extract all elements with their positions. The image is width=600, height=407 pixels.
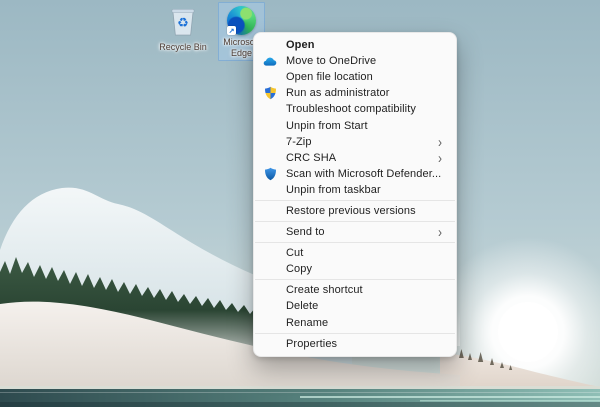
menu-item-icon-spacer: [263, 183, 277, 197]
menu-item-icon-spacer: [263, 151, 277, 165]
menu-item-icon-spacer: [263, 225, 277, 239]
menu-item-label: Rename: [286, 317, 328, 329]
menu-item-label: Delete: [286, 300, 318, 312]
shore-line: [0, 386, 600, 389]
menu-item-label: Cut: [286, 247, 303, 259]
menu-item-label: Unpin from taskbar: [286, 184, 381, 196]
menu-item-label: Send to: [286, 226, 325, 238]
menu-item-label: Copy: [286, 263, 312, 275]
menu-item-troubleshoot-compatibility[interactable]: Troubleshoot compatibility: [254, 101, 456, 117]
shortcut-arrow-icon: ↗: [227, 26, 236, 35]
menu-item-label: Restore previous versions: [286, 205, 416, 217]
menu-item-move-to-onedrive[interactable]: Move to OneDrive: [254, 53, 456, 69]
menu-item-icon-spacer: [263, 337, 277, 351]
menu-separator: [255, 221, 455, 222]
recycle-bin-icon: ♻: [168, 4, 198, 40]
desktop-icon-label: Recycle Bin: [159, 42, 207, 53]
menu-item-icon-spacer: [263, 316, 277, 330]
menu-item-label: Open: [286, 39, 315, 51]
menu-item-run-as-administrator[interactable]: Run as administrator: [254, 85, 456, 101]
menu-item-restore-previous-versions[interactable]: Restore previous versions: [254, 203, 456, 219]
menu-item-crc-sha[interactable]: CRC SHA ›: [254, 150, 456, 166]
menu-separator: [255, 200, 455, 201]
menu-separator: [255, 279, 455, 280]
menu-item-label: 7-Zip: [286, 136, 312, 148]
menu-item-icon-spacer: [263, 262, 277, 276]
menu-item-icon-spacer: [263, 283, 277, 297]
menu-item-7-zip[interactable]: 7-Zip ›: [254, 134, 456, 150]
menu-item-open[interactable]: Open: [254, 37, 456, 53]
menu-item-icon-spacer: [263, 204, 277, 218]
menu-item-create-shortcut[interactable]: Create shortcut: [254, 282, 456, 298]
menu-item-label: Troubleshoot compatibility: [286, 103, 416, 115]
onedrive-icon: [263, 54, 277, 68]
menu-item-label: Move to OneDrive: [286, 55, 376, 67]
menu-separator: [255, 242, 455, 243]
menu-item-open-file-location[interactable]: Open file location: [254, 69, 456, 85]
menu-item-cut[interactable]: Cut: [254, 245, 456, 261]
defender-shield-icon: [263, 167, 277, 181]
menu-item-unpin-from-start[interactable]: Unpin from Start: [254, 117, 456, 133]
menu-item-label: Run as administrator: [286, 87, 390, 99]
menu-item-label: Create shortcut: [286, 284, 363, 296]
menu-item-copy[interactable]: Copy: [254, 261, 456, 277]
context-menu: Open Move to OneDrive Open file location…: [253, 32, 457, 357]
desktop-icon-recycle-bin[interactable]: ♻ Recycle Bin: [153, 4, 213, 53]
edge-icon: ↗: [227, 6, 256, 35]
menu-item-icon-spacer: [263, 246, 277, 260]
submenu-arrow-icon: ›: [438, 134, 442, 149]
desktop[interactable]: ♻ Recycle Bin ↗ Microsoft Edge Open Move…: [0, 0, 600, 407]
menu-item-label: Open file location: [286, 71, 373, 83]
sun: [498, 302, 558, 362]
menu-item-icon-spacer: [263, 70, 277, 84]
menu-item-label: Unpin from Start: [286, 120, 368, 132]
menu-item-icon-spacer: [263, 135, 277, 149]
menu-item-icon-spacer: [263, 38, 277, 52]
menu-item-properties[interactable]: Properties: [254, 336, 456, 352]
svg-text:♻: ♻: [177, 15, 189, 30]
menu-separator: [255, 333, 455, 334]
submenu-arrow-icon: ›: [438, 150, 442, 165]
menu-item-scan-with-microsoft-defender[interactable]: Scan with Microsoft Defender...: [254, 166, 456, 182]
uac-shield-icon: [263, 86, 277, 100]
menu-item-unpin-from-taskbar[interactable]: Unpin from taskbar: [254, 182, 456, 198]
menu-item-icon-spacer: [263, 299, 277, 313]
menu-item-icon-spacer: [263, 119, 277, 133]
menu-item-delete[interactable]: Delete: [254, 298, 456, 314]
menu-item-icon-spacer: [263, 102, 277, 116]
menu-item-label: Properties: [286, 338, 337, 350]
menu-item-label: CRC SHA: [286, 152, 336, 164]
menu-item-send-to[interactable]: Send to ›: [254, 224, 456, 240]
menu-item-rename[interactable]: Rename: [254, 315, 456, 331]
submenu-arrow-icon: ›: [438, 225, 442, 240]
menu-item-label: Scan with Microsoft Defender...: [286, 168, 441, 180]
